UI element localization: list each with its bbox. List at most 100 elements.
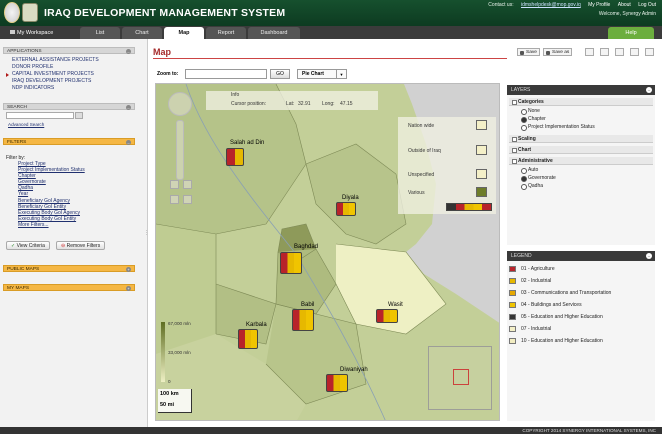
unspecified-label: Unspecified bbox=[408, 172, 435, 178]
scaling-group[interactable]: Scaling bbox=[509, 135, 653, 143]
project-marker-cluster[interactable] bbox=[280, 252, 302, 274]
scale-top-label: 67,000 mln bbox=[168, 321, 191, 326]
filters-header[interactable]: FILTERS – bbox=[3, 138, 135, 145]
legend-label: 10 - Education and Higher Education bbox=[521, 338, 603, 344]
app-link[interactable]: NDP INDICATORS bbox=[12, 85, 99, 92]
chart-type-value: Pie Chart bbox=[302, 71, 324, 77]
various-marker-cluster[interactable] bbox=[446, 203, 492, 211]
project-marker-cluster[interactable] bbox=[376, 309, 398, 323]
radio-auto[interactable]: Auto bbox=[521, 167, 538, 174]
layers-header[interactable]: LAYERS – bbox=[507, 85, 655, 95]
radio-governorate[interactable]: Governorate bbox=[521, 175, 556, 182]
region-anbar bbox=[156, 224, 216, 354]
legend-header[interactable]: LEGEND – bbox=[507, 251, 655, 261]
pan-control[interactable] bbox=[168, 92, 192, 116]
app-link[interactable]: DONOR PROFILE bbox=[12, 64, 99, 71]
my-profile-link[interactable]: My Profile bbox=[588, 2, 610, 8]
pdf-icon[interactable] bbox=[615, 48, 624, 56]
administrative-group[interactable]: Administrative bbox=[509, 157, 653, 165]
filter-link[interactable]: More Filters... bbox=[18, 222, 85, 228]
export-icon[interactable] bbox=[600, 48, 609, 56]
outside-iraq-swatch bbox=[476, 145, 487, 155]
zoom-slider[interactable] bbox=[176, 120, 184, 180]
tab-chart[interactable]: Chart bbox=[122, 27, 162, 39]
outside-iraq-label: Outside of Iraq bbox=[408, 148, 441, 154]
public-maps-header[interactable]: PUBLIC MAPS + bbox=[3, 265, 135, 272]
filter-link[interactable]: Executing Body GoI Agency bbox=[18, 210, 85, 216]
select-tool-icon[interactable] bbox=[170, 180, 179, 189]
expand-icon[interactable]: + bbox=[126, 286, 131, 291]
project-marker-cluster[interactable] bbox=[292, 309, 314, 331]
categories-group[interactable]: Categories bbox=[509, 98, 653, 106]
draw-tool-icon[interactable] bbox=[170, 195, 179, 204]
app-header: IRAQ DEVELOPMENT MANAGEMENT SYSTEM Conta… bbox=[0, 0, 662, 26]
collapse-icon[interactable]: – bbox=[126, 105, 131, 110]
panel-splitter-handle[interactable]: ⋮ bbox=[144, 230, 149, 238]
remove-filters-label: Remove Filters bbox=[66, 243, 101, 249]
tab-report[interactable]: Report bbox=[206, 27, 246, 39]
app-link[interactable]: IRAQ DEVELOPMENT PROJECTS bbox=[12, 78, 99, 85]
measure-tool-icon[interactable] bbox=[183, 195, 192, 204]
place-label: Karbala bbox=[246, 322, 267, 328]
nation-wide-label: Nation wide bbox=[408, 123, 435, 129]
tab-dashboard[interactable]: Dashboard bbox=[248, 27, 300, 39]
search-input[interactable] bbox=[6, 112, 74, 119]
about-link[interactable]: About bbox=[618, 2, 631, 8]
logout-link[interactable]: Log Out bbox=[638, 2, 656, 8]
search-icon[interactable] bbox=[75, 112, 83, 119]
expand-icon[interactable]: + bbox=[126, 267, 131, 272]
collapse-icon[interactable]: – bbox=[646, 253, 652, 259]
administrative-label: Administrative bbox=[518, 158, 553, 164]
applications-header[interactable]: APPLICATIONS – bbox=[3, 47, 135, 54]
chart-group[interactable]: Chart bbox=[509, 146, 653, 154]
app-link-current[interactable]: CAPITAL INVESTMENT PROJECTS bbox=[6, 71, 99, 78]
contact-email-link[interactable]: idmshelpdesk@mop.gov.iq bbox=[521, 2, 581, 8]
radio-qadha[interactable]: Qadha bbox=[521, 183, 543, 190]
project-marker-cluster[interactable] bbox=[326, 374, 348, 392]
project-marker-cluster[interactable] bbox=[238, 329, 258, 349]
my-maps-header[interactable]: MY MAPS + bbox=[3, 284, 135, 291]
project-marker-cluster[interactable] bbox=[336, 202, 356, 216]
filters-list: Project Type Project Implementation Stat… bbox=[18, 161, 85, 228]
overview-map[interactable] bbox=[428, 346, 492, 410]
remove-filters-button[interactable]: ⊖ Remove Filters bbox=[56, 241, 106, 250]
radio-chapter[interactable]: Chapter bbox=[521, 116, 546, 123]
radio-implementation-status[interactable]: Project Implementation Status bbox=[521, 124, 595, 131]
legend-label: 04 - Buildings and Services bbox=[521, 302, 582, 308]
email-icon[interactable] bbox=[630, 48, 639, 56]
collapse-icon[interactable]: – bbox=[126, 49, 131, 54]
map-special-legend: Nation wide Outside of Iraq Unspecified … bbox=[398, 117, 496, 214]
overview-viewport[interactable] bbox=[453, 369, 469, 385]
help-button[interactable]: Help bbox=[608, 27, 654, 39]
my-workspace-button[interactable]: My Workspace bbox=[4, 28, 60, 39]
advanced-search-link[interactable]: Advanced Search bbox=[8, 122, 44, 127]
app-link[interactable]: EXTERNAL ASSISTANCE PROJECTS bbox=[12, 57, 99, 64]
footer-copyright: COPYRIGHT 2014 SYNERGY INTERNATIONAL SYS… bbox=[0, 427, 662, 434]
go-button[interactable]: GO bbox=[270, 69, 290, 79]
search-header[interactable]: SEARCH – bbox=[3, 103, 135, 110]
tab-list[interactable]: List bbox=[80, 27, 120, 39]
share-icon[interactable] bbox=[645, 48, 654, 56]
cursor-label: Cursor position: bbox=[231, 101, 267, 107]
legend-label: 03 - Communications and Transportation bbox=[521, 290, 612, 296]
lasso-tool-icon[interactable] bbox=[183, 180, 192, 189]
collapse-icon[interactable]: – bbox=[126, 140, 131, 145]
collapse-icon[interactable]: – bbox=[646, 87, 652, 93]
transport-icon bbox=[509, 290, 516, 296]
project-marker-cluster[interactable] bbox=[226, 148, 244, 166]
radio-none[interactable]: None bbox=[521, 108, 540, 115]
map-canvas[interactable]: Info Cursor position: Lat: 32.91 Long: 4… bbox=[155, 83, 500, 421]
legend-item: 03 - Communications and Transportation bbox=[509, 289, 611, 297]
save-as-button[interactable]: Save as bbox=[543, 48, 573, 56]
contact-label: Contact us: bbox=[488, 2, 514, 8]
tab-map[interactable]: Map bbox=[164, 27, 204, 39]
place-label: Baghdad bbox=[294, 244, 319, 250]
zoom-to-input[interactable] bbox=[185, 69, 267, 79]
chart-type-select[interactable]: Pie Chart ▼ bbox=[297, 69, 347, 79]
print-icon[interactable] bbox=[585, 48, 594, 56]
save-button[interactable]: Save bbox=[517, 48, 540, 56]
view-criteria-button[interactable]: ✓ View Criteria bbox=[6, 241, 50, 250]
legend-item: 01 - Agriculture bbox=[509, 265, 555, 273]
my-maps-label: MY MAPS bbox=[7, 286, 30, 291]
place-label: Wasit bbox=[388, 302, 403, 308]
